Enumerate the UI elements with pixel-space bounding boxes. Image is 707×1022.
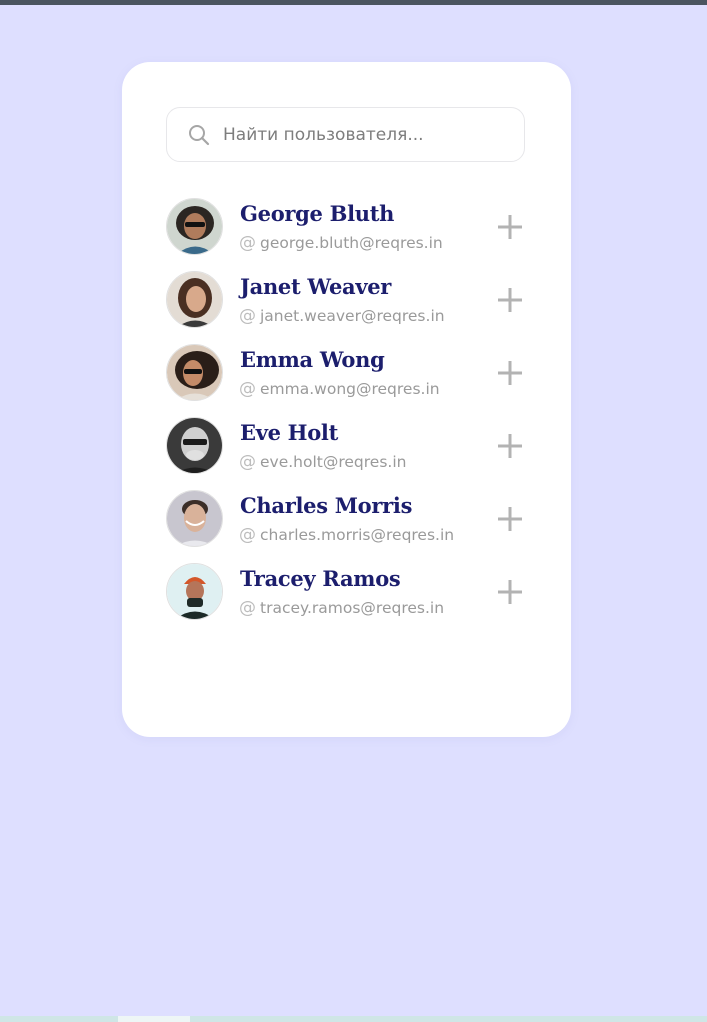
user-list-item: Janet Weaver @ janet.weaver@reqres.in [166, 271, 525, 344]
plus-icon [498, 434, 522, 458]
avatar [166, 490, 223, 547]
user-list-item: Tracey Ramos @ tracey.ramos@reqres.in [166, 563, 525, 636]
user-list-item: Charles Morris @ charles.morris@reqres.i… [166, 490, 525, 563]
avatar [166, 344, 223, 401]
user-name: Tracey Ramos [240, 566, 401, 591]
user-email: eve.holt@reqres.in [260, 453, 407, 471]
at-icon: @ [239, 451, 256, 472]
user-email: george.bluth@reqres.in [260, 234, 443, 252]
user-email: tracey.ramos@reqres.in [260, 599, 445, 617]
plus-icon [498, 361, 522, 385]
plus-icon [498, 507, 522, 531]
user-email: emma.wong@reqres.in [260, 380, 440, 398]
user-name: Eve Holt [240, 420, 339, 445]
user-email: charles.morris@reqres.in [260, 526, 455, 544]
add-user-button[interactable] [495, 577, 525, 607]
at-icon: @ [239, 597, 256, 618]
avatar [166, 417, 223, 474]
at-icon: @ [239, 305, 256, 326]
add-user-button[interactable] [495, 285, 525, 315]
user-email-row: @ charles.morris@reqres.in [239, 525, 454, 545]
user-name: Charles Morris [240, 493, 413, 518]
horizontal-scrollbar[interactable] [0, 1016, 707, 1022]
user-email: janet.weaver@reqres.in [260, 307, 445, 325]
search-box[interactable] [166, 107, 525, 162]
avatar [166, 563, 223, 620]
search-icon [189, 125, 210, 146]
user-email-row: @ george.bluth@reqres.in [239, 233, 443, 253]
at-icon: @ [239, 378, 256, 399]
user-list-item: Emma Wong @ emma.wong@reqres.in [166, 344, 525, 417]
plus-icon [498, 580, 522, 604]
scrollbar-thumb[interactable] [118, 1016, 190, 1022]
add-user-button[interactable] [495, 212, 525, 242]
plus-icon [498, 215, 522, 239]
user-email-row: @ tracey.ramos@reqres.in [239, 598, 444, 618]
user-name: Janet Weaver [240, 274, 392, 299]
user-name: Emma Wong [240, 347, 385, 372]
add-user-button[interactable] [495, 431, 525, 461]
at-icon: @ [239, 232, 256, 253]
avatar [166, 271, 223, 328]
at-icon: @ [239, 524, 256, 545]
avatar [166, 198, 223, 255]
user-list: George Bluth @ george.bluth@reqres.in Ja… [166, 198, 525, 636]
users-card: George Bluth @ george.bluth@reqres.in [122, 62, 571, 737]
user-list-item: Eve Holt @ eve.holt@reqres.in [166, 417, 525, 490]
plus-icon [498, 288, 522, 312]
search-input[interactable] [223, 108, 513, 161]
user-email-row: @ eve.holt@reqres.in [239, 452, 406, 472]
user-email-row: @ emma.wong@reqres.in [239, 379, 440, 399]
user-list-item: George Bluth @ george.bluth@reqres.in [166, 198, 525, 271]
user-email-row: @ janet.weaver@reqres.in [239, 306, 445, 326]
window-top-bar [0, 0, 707, 5]
add-user-button[interactable] [495, 358, 525, 388]
user-name: George Bluth [240, 201, 395, 226]
add-user-button[interactable] [495, 504, 525, 534]
